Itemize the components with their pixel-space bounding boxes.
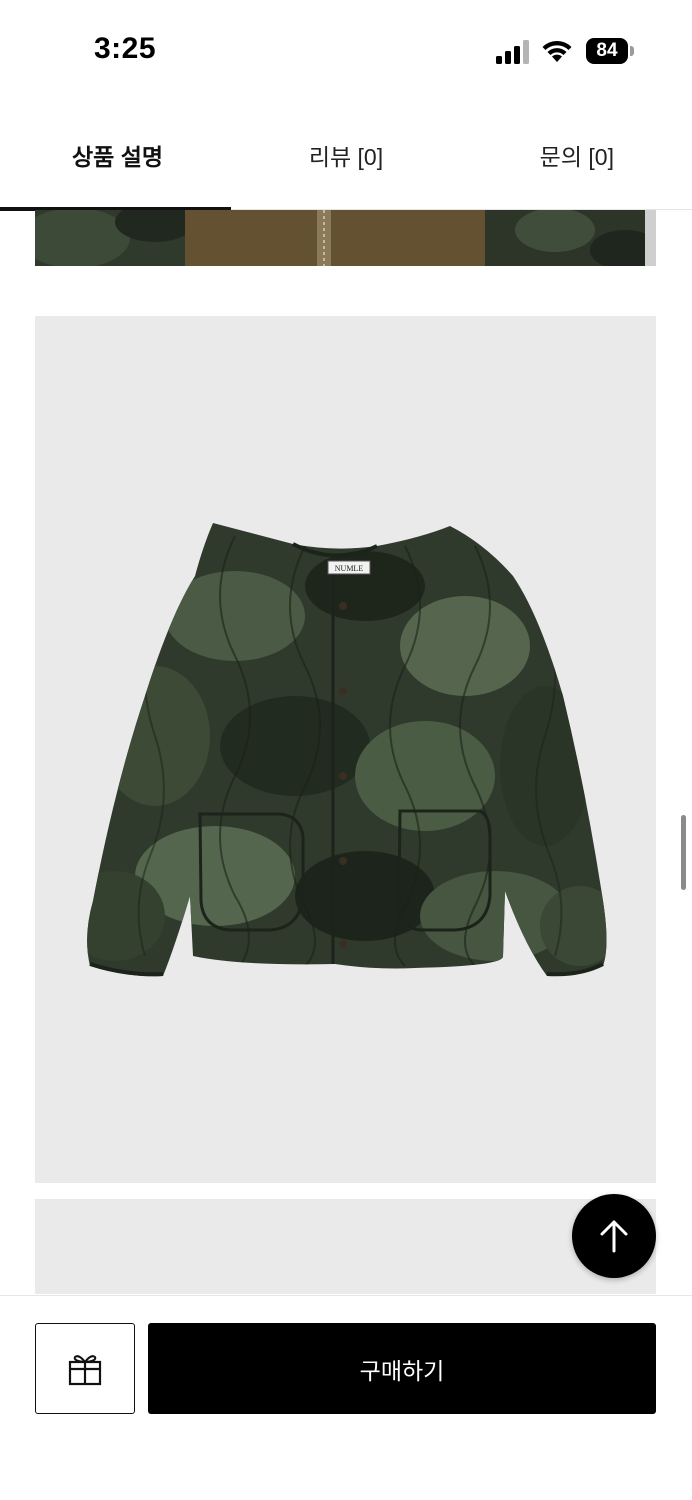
- status-bar: 3:25 84: [0, 0, 692, 100]
- product-tabs: 상품 설명 리뷰 [0] 문의 [0]: [0, 100, 692, 211]
- tab-description[interactable]: 상품 설명: [0, 100, 231, 211]
- arrow-up-icon: [600, 1220, 628, 1253]
- signal-icon: [496, 40, 529, 64]
- wifi-icon: [542, 40, 572, 62]
- bottom-action-bar: 구매하기: [0, 1295, 692, 1500]
- jacket-photo: NUMLE: [35, 316, 656, 1183]
- scroll-top-button[interactable]: [572, 1194, 656, 1278]
- buy-button[interactable]: 구매하기: [148, 1323, 656, 1414]
- battery-cap: [630, 46, 634, 56]
- battery-level: 84: [586, 38, 628, 64]
- scrollbar[interactable]: [681, 815, 686, 890]
- tab-reviews[interactable]: 리뷰 [0]: [231, 100, 462, 210]
- detail-photo: [35, 210, 656, 266]
- gift-icon: [68, 1354, 102, 1385]
- product-image-next: [35, 1199, 656, 1294]
- tab-inquiries[interactable]: 문의 [0]: [461, 100, 692, 210]
- battery-icon: 84: [586, 38, 634, 64]
- product-image-main: NUMLE: [35, 316, 656, 1183]
- product-image-detail: [35, 210, 656, 266]
- status-time: 3:25: [94, 32, 157, 65]
- gift-button[interactable]: [35, 1323, 135, 1414]
- label-tag-text: NUMLE: [335, 564, 364, 573]
